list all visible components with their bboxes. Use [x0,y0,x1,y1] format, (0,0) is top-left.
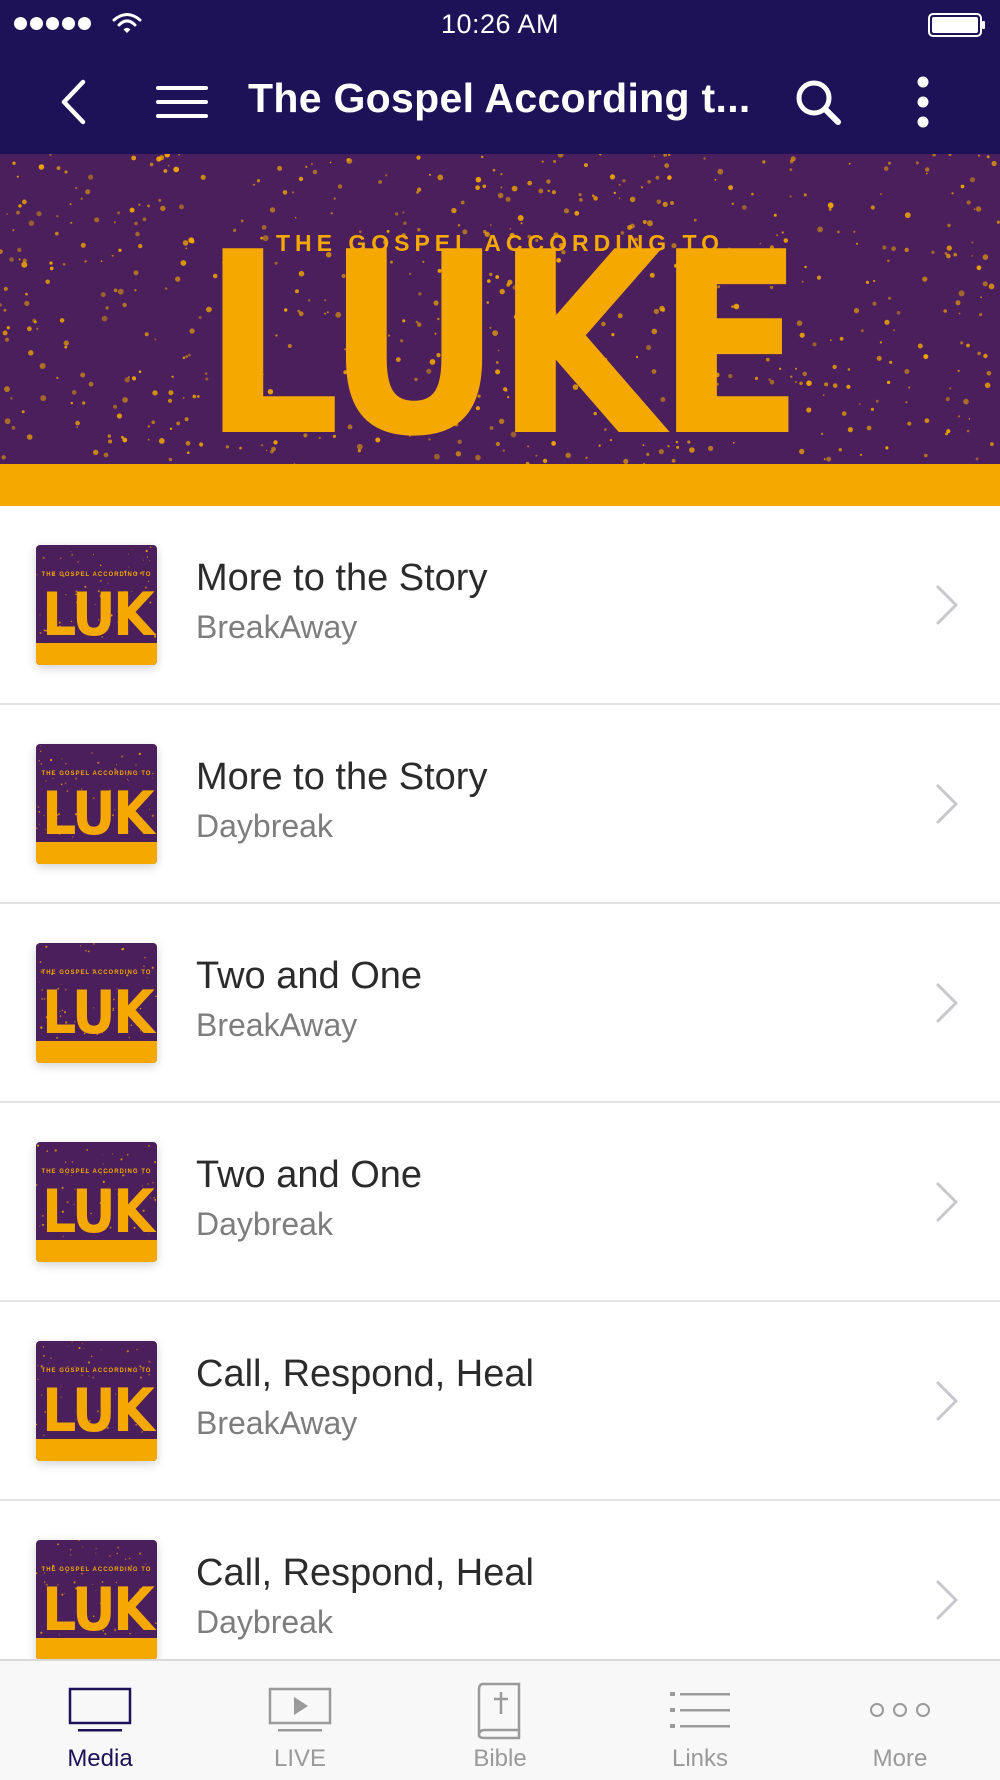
thumbnail-subtitle: THE GOSPEL ACCORDING TO [41,970,152,976]
page-title: The Gospel According t... [248,75,751,121]
item-title: Call, Respond, Heal [196,1552,534,1594]
list-item[interactable]: THE GOSPEL ACCORDING TO LUKE Two and One… [0,1103,1000,1302]
thumbnail-subtitle: THE GOSPEL ACCORDING TO [41,1368,152,1374]
search-button[interactable] [786,60,850,144]
item-thumbnail: THE GOSPEL ACCORDING TO LUKE [36,1142,157,1262]
tab-more[interactable]: More [800,1661,1000,1780]
list-item[interactable]: THE GOSPEL ACCORDING TO LUKE Two and One… [0,904,1000,1103]
vertical-ellipsis-icon [917,76,929,128]
list-item[interactable]: THE GOSPEL ACCORDING TO LUKE Call, Respo… [0,1302,1000,1501]
thumbnail-subtitle: THE GOSPEL ACCORDING TO [41,771,152,777]
item-title: More to the Story [196,557,488,599]
series-banner: THE GOSPEL ACCORDING TO LUKE [0,154,1000,506]
more-dots-icon [870,1703,930,1717]
menu-button[interactable] [150,60,214,144]
top-bar: 10:26 AM The Gospel According t... [0,0,1000,154]
banner-title: LUKE [202,199,805,492]
item-thumbnail: THE GOSPEL ACCORDING TO LUKE [36,1341,157,1461]
chevron-right-icon [936,1580,958,1620]
tab-media[interactable]: Media [0,1661,200,1780]
battery-icon [928,13,986,42]
back-button[interactable] [48,60,98,144]
item-subtitle: BreakAway [196,1405,358,1441]
tab-live[interactable]: LIVE [200,1661,400,1780]
status-bar: 10:26 AM [0,0,1000,50]
list-item[interactable]: THE GOSPEL ACCORDING TO LUKE More to the… [0,705,1000,904]
thumbnail-title: LUKE [42,978,157,1048]
item-subtitle: Daybreak [196,1206,333,1242]
chevron-right-icon [936,1182,958,1222]
bible-icon [477,1682,521,1740]
thumbnail-title: LUKE [42,1376,157,1446]
item-subtitle: Daybreak [196,1604,333,1640]
thumbnail-title: LUKE [42,779,157,849]
item-subtitle: BreakAway [196,1007,358,1043]
item-title: Call, Respond, Heal [196,1353,534,1395]
item-subtitle: BreakAway [196,609,358,645]
tab-bible[interactable]: Bible [400,1661,600,1780]
navigation-bar: The Gospel According t... [0,60,1000,144]
media-list: THE GOSPEL ACCORDING TO LUKE More to the… [0,506,1000,1700]
item-thumbnail: THE GOSPEL ACCORDING TO LUKE [36,943,157,1063]
tab-label: More [872,1745,928,1772]
chevron-right-icon [936,983,958,1023]
item-thumbnail: THE GOSPEL ACCORDING TO LUKE [36,545,157,665]
thumbnail-title: LUKE [42,1177,157,1247]
chevron-left-icon [61,79,86,125]
hamburger-menu-icon [156,86,208,118]
item-title: Two and One [196,955,423,997]
play-screen-icon [268,1687,332,1732]
tab-label: Bible [473,1745,527,1772]
thumbnail-title: LUKE [42,580,157,650]
item-title: More to the Story [196,756,488,798]
tab-links[interactable]: Links [600,1661,800,1780]
list-icon [670,1692,730,1728]
item-subtitle: Daybreak [196,808,333,844]
thumbnail-subtitle: THE GOSPEL ACCORDING TO [41,1567,152,1573]
thumbnail-subtitle: THE GOSPEL ACCORDING TO [41,1169,152,1175]
tab-label: Links [671,1745,729,1772]
list-item[interactable]: THE GOSPEL ACCORDING TO LUKE More to the… [0,506,1000,705]
tab-label: Media [67,1745,133,1772]
item-thumbnail: THE GOSPEL ACCORDING TO LUKE [36,744,157,864]
chevron-right-icon [936,784,958,824]
chevron-right-icon [936,1381,958,1421]
status-time: 10:26 AM [440,9,560,39]
search-icon [796,80,841,125]
thumbnail-subtitle: THE GOSPEL ACCORDING TO [41,572,152,578]
item-thumbnail: THE GOSPEL ACCORDING TO LUKE [36,1540,157,1660]
thumbnail-title: LUKE [42,1575,157,1645]
tab-label: LIVE [273,1745,327,1772]
chevron-right-icon [936,585,958,625]
more-options-button[interactable] [898,60,948,144]
item-title: Two and One [196,1154,423,1196]
monitor-icon [68,1687,132,1732]
tab-bar: Media LIVE Bible Links More [0,1659,1000,1780]
